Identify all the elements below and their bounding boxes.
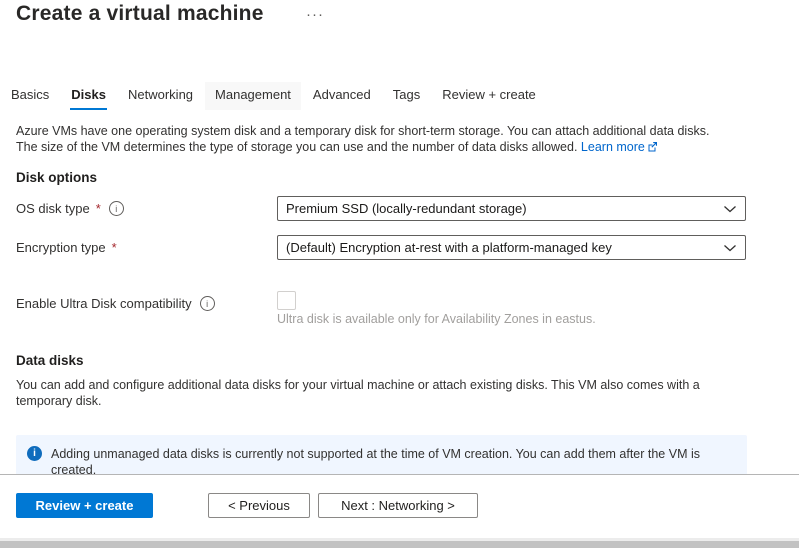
chevron-down-icon bbox=[723, 204, 737, 214]
disk-options-heading: Disk options bbox=[16, 170, 97, 185]
tab-basics[interactable]: Basics bbox=[1, 82, 59, 110]
encryption-type-label: Encryption type* bbox=[16, 240, 117, 255]
info-icon[interactable]: i bbox=[109, 201, 124, 216]
page-title: Create a virtual machine bbox=[16, 2, 264, 26]
tab-networking[interactable]: Networking bbox=[118, 82, 203, 110]
required-marker: * bbox=[112, 240, 117, 255]
next-networking-button[interactable]: Next : Networking > bbox=[318, 493, 478, 518]
encryption-type-dropdown[interactable]: (Default) Encryption at-rest with a plat… bbox=[277, 235, 746, 260]
more-options-button[interactable]: ··· bbox=[306, 6, 324, 23]
previous-button[interactable]: < Previous bbox=[208, 493, 310, 518]
tab-disks[interactable]: Disks bbox=[61, 82, 116, 110]
intro-line2: The size of the VM determines the type o… bbox=[16, 140, 577, 154]
os-disk-type-dropdown[interactable]: Premium SSD (locally-redundant storage) bbox=[277, 196, 746, 221]
info-icon[interactable]: i bbox=[200, 296, 215, 311]
tab-tags[interactable]: Tags bbox=[383, 82, 430, 110]
tab-review-create[interactable]: Review + create bbox=[432, 82, 546, 110]
intro-text: Azure VMs have one operating system disk… bbox=[16, 123, 791, 155]
tab-advanced[interactable]: Advanced bbox=[303, 82, 381, 110]
ultra-disk-checkbox[interactable] bbox=[277, 291, 296, 310]
chevron-down-icon bbox=[723, 243, 737, 253]
horizontal-scrollbar[interactable] bbox=[0, 538, 799, 548]
external-link-icon bbox=[647, 141, 658, 152]
tab-bar: Basics Disks Networking Management Advan… bbox=[1, 82, 546, 110]
footer-bar: Review + create < Previous Next : Networ… bbox=[0, 474, 799, 539]
scrollbar-thumb[interactable] bbox=[0, 541, 799, 548]
ultra-disk-note: Ultra disk is available only for Availab… bbox=[277, 312, 596, 326]
os-disk-type-label: OS disk type*i bbox=[16, 201, 124, 216]
review-create-button[interactable]: Review + create bbox=[16, 493, 153, 518]
tab-management[interactable]: Management bbox=[205, 82, 301, 110]
learn-more-link[interactable]: Learn more bbox=[581, 140, 658, 154]
ultra-disk-label: Enable Ultra Disk compatibilityi bbox=[16, 296, 215, 311]
data-disks-heading: Data disks bbox=[16, 353, 84, 368]
intro-line1: Azure VMs have one operating system disk… bbox=[16, 124, 709, 138]
os-disk-type-value: Premium SSD (locally-redundant storage) bbox=[286, 201, 527, 216]
required-marker: * bbox=[96, 201, 101, 216]
data-disks-description: You can add and configure additional dat… bbox=[16, 377, 781, 409]
encryption-type-value: (Default) Encryption at-rest with a plat… bbox=[286, 240, 612, 255]
info-banner-icon: i bbox=[27, 446, 42, 461]
